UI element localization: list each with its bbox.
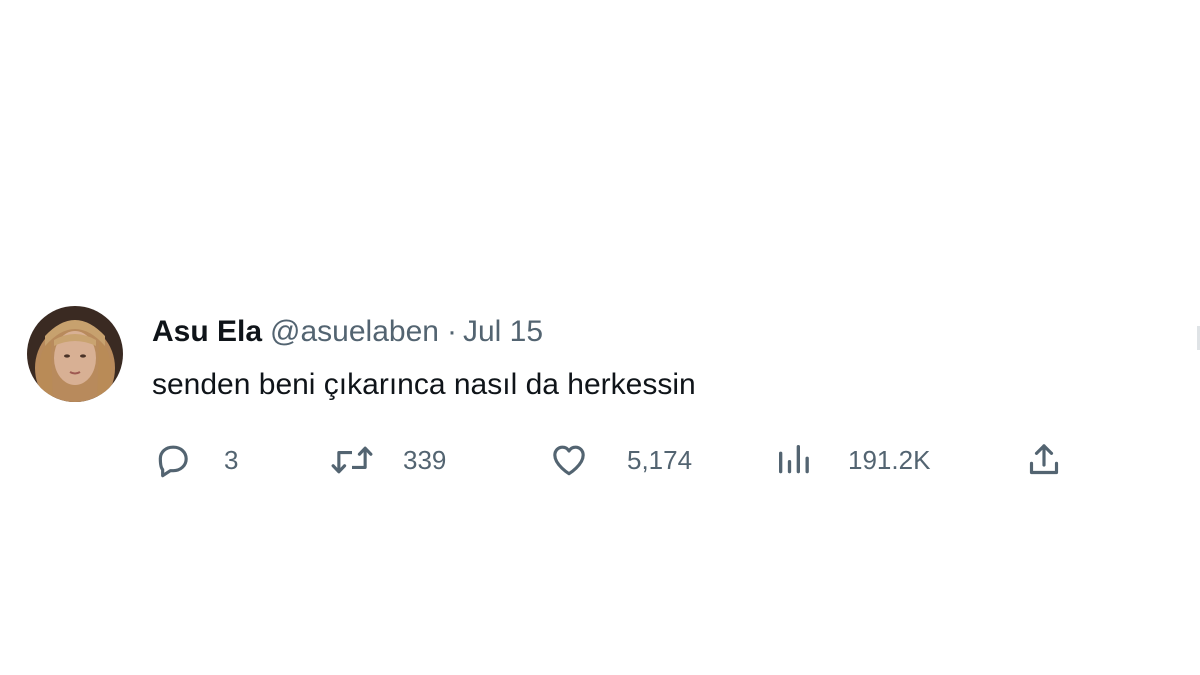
avatar-image <box>27 306 123 402</box>
header-separator: · <box>446 315 457 348</box>
tweet-date[interactable]: Jul 15 <box>463 315 543 348</box>
share-button[interactable] <box>1024 438 1064 482</box>
author-handle[interactable]: @asuelaben <box>270 315 439 348</box>
retweet-count: 339 <box>403 445 447 475</box>
author-name[interactable]: Asu Ela <box>152 315 262 348</box>
tweet-card[interactable]: Asu Ela @asuelaben · Jul 15 senden beni çık… <box>0 0 1200 675</box>
retweet-button[interactable]: 339 <box>329 438 446 482</box>
views-count: 191.2K <box>848 445 931 475</box>
reply-button[interactable]: 3 <box>152 438 238 482</box>
tweet-header: Asu Ela @asuelaben · Jul 15 <box>152 312 543 352</box>
reply-count: 3 <box>224 445 239 475</box>
views-button[interactable]: 191.2K <box>776 438 930 482</box>
like-button[interactable]: 5,174 <box>549 438 692 482</box>
heart-icon <box>549 440 589 480</box>
retweet-icon <box>329 440 375 480</box>
share-icon <box>1024 440 1064 480</box>
views-chart-icon <box>776 440 812 480</box>
reply-icon <box>152 440 192 480</box>
like-count: 5,174 <box>627 445 693 475</box>
avatar[interactable] <box>27 306 123 402</box>
tweet-text: senden beni çıkarınca nasıl da herkessin <box>152 368 696 401</box>
